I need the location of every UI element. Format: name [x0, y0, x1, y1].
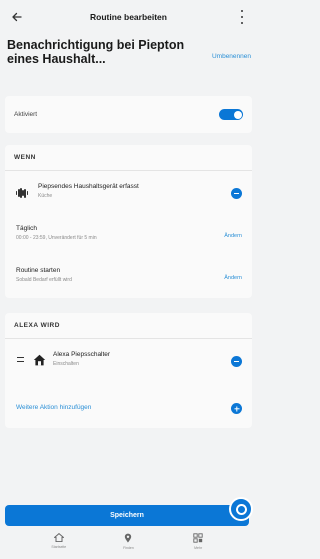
map-pin-icon: [125, 533, 132, 543]
devices-icon: [193, 533, 203, 543]
alexa-icon[interactable]: [229, 497, 253, 521]
nav-find[interactable]: Finden: [113, 533, 143, 550]
remove-alexa-action-button[interactable]: [231, 356, 242, 367]
routine-name: Benachrichtigung bei Piepton eines Haush…: [7, 38, 185, 66]
remove-trigger-button[interactable]: [231, 188, 242, 199]
enabled-card: Aktiviert: [5, 96, 252, 133]
schedule-title: Täglich: [16, 225, 37, 232]
save-button[interactable]: Speichern: [5, 505, 249, 526]
trigger-title: Piepsendes Haushaltsgerät erfasst: [38, 183, 139, 190]
drag-handle-icon[interactable]: [17, 357, 24, 362]
nav-find-label: Finden: [123, 546, 134, 550]
enabled-toggle[interactable]: [219, 109, 243, 120]
when-heading: WENN: [5, 145, 252, 171]
nav-home[interactable]: Startseite: [44, 533, 74, 549]
nav-more-label: Mehr: [194, 546, 203, 550]
enabled-label: Aktiviert: [14, 111, 38, 118]
add-action-row[interactable]: Weitere Aktion hinzufügen: [5, 399, 252, 419]
nav-more[interactable]: Mehr: [183, 533, 213, 550]
alexa-card: ALEXA WIRD Alexa Piepsschalter Einschalt…: [5, 313, 252, 428]
alexa-action-row[interactable]: Alexa Piepsschalter Einschalten: [5, 345, 252, 377]
schedule-subtitle: 00:00 - 23:59, Unverändert für 5 min: [16, 235, 97, 241]
start-subtitle: Sobald Bedarf erfüllt wird: [16, 277, 72, 283]
alexa-action-title: Alexa Piepsschalter: [53, 351, 111, 358]
nav-home-label: Startseite: [51, 545, 67, 549]
smart-home-icon: [33, 354, 46, 366]
arrow-left-icon[interactable]: [10, 10, 24, 24]
start-row[interactable]: Routine starten Sobald Bedarf erfüllt wi…: [5, 263, 252, 295]
start-title: Routine starten: [16, 267, 61, 274]
alexa-action-subtitle: Einschalten: [53, 361, 79, 367]
schedule-change-link[interactable]: Ändern: [224, 233, 242, 239]
alexa-heading: ALEXA WIRD: [5, 313, 252, 339]
schedule-row[interactable]: Täglich 00:00 - 23:59, Unverändert für 5…: [5, 221, 252, 255]
add-action-link[interactable]: Weitere Aktion hinzufügen: [16, 404, 91, 411]
add-action-button[interactable]: [231, 403, 242, 414]
toggle-knob: [233, 110, 242, 119]
trigger-subtitle: Küche: [38, 193, 53, 199]
top-bar: Routine bearbeiten: [0, 0, 257, 34]
trigger-row[interactable]: Piepsendes Haushaltsgerät erfasst Küche: [5, 175, 252, 213]
sound-wave-icon: [16, 188, 28, 198]
page-title: Routine bearbeiten: [90, 12, 167, 22]
when-card: WENN Piepsendes Haushaltsgerät erfasst K…: [5, 145, 252, 298]
home-icon: [53, 533, 64, 542]
bottom-nav: Startseite Finden Mehr: [0, 533, 257, 559]
rename-link[interactable]: Umbenennen: [212, 53, 251, 60]
more-vertical-icon[interactable]: [239, 10, 245, 24]
start-change-link[interactable]: Ändern: [224, 275, 242, 281]
